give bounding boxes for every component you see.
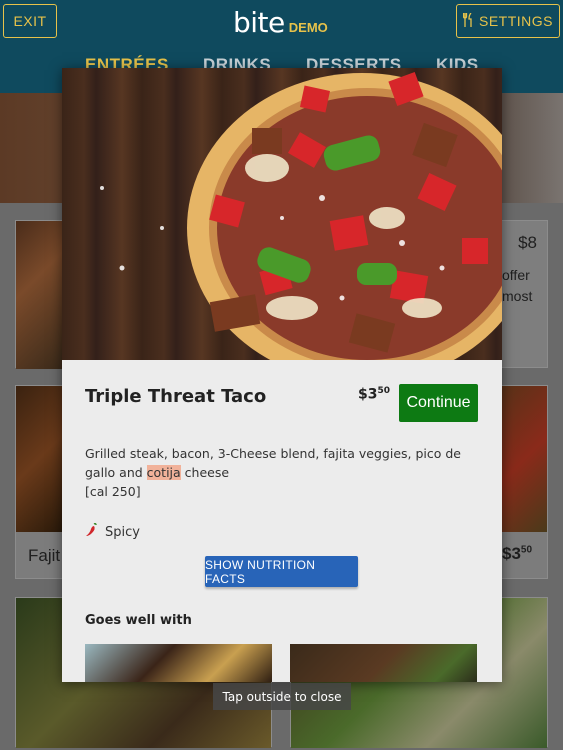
menu-card[interactable]: $8 offer most <box>501 220 548 368</box>
price-cents: 50 <box>377 386 391 396</box>
calories: [cal 250] <box>85 484 141 499</box>
menu-card[interactable] <box>15 220 63 369</box>
logo-badge: DEMO <box>288 20 328 35</box>
price-dollars: $3 <box>358 386 378 403</box>
menu-card-image <box>16 386 62 532</box>
app-logo: bite DEMO <box>233 6 328 39</box>
settings-button[interactable]: SETTINGS <box>456 4 560 38</box>
spicy-tag: Spicy <box>85 522 140 541</box>
item-title: Triple Threat Taco <box>85 386 267 407</box>
continue-button[interactable]: Continue <box>399 384 478 422</box>
goes-well-with-heading: Goes well with <box>85 613 192 628</box>
item-price: $350 <box>358 386 390 403</box>
description-text: cheese <box>180 465 230 480</box>
utensils-icon <box>462 12 473 30</box>
menu-card-image <box>502 386 547 532</box>
menu-card-price: $350 <box>502 544 533 563</box>
exit-button[interactable]: EXIT <box>3 4 57 38</box>
settings-label: SETTINGS <box>478 13 553 29</box>
description-text: Grilled steak, bacon, 3-Cheese blend, fa… <box>85 446 461 480</box>
highlighted-ingredient[interactable]: cotija <box>146 465 181 480</box>
chili-pepper-icon <box>85 522 97 541</box>
menu-card-image <box>16 221 62 369</box>
item-photo <box>62 68 502 360</box>
exit-label: EXIT <box>13 13 47 29</box>
menu-card-price: $8 <box>518 233 537 252</box>
spicy-label: Spicy <box>105 524 140 540</box>
pairing-item-thumbnail[interactable] <box>85 644 272 682</box>
tap-outside-hint: Tap outside to close <box>213 683 351 710</box>
menu-card[interactable]: $350 <box>501 385 548 579</box>
item-detail-modal: Triple Threat Taco $350 Continue Grilled… <box>62 68 502 682</box>
menu-card-text: offer <box>502 267 530 283</box>
show-nutrition-facts-button[interactable]: SHOW NUTRITION FACTS <box>205 556 358 587</box>
menu-card-text: most <box>502 288 533 304</box>
pairing-item-thumbnail[interactable] <box>290 644 477 682</box>
menu-card[interactable]: Fajit <box>15 385 63 579</box>
logo-text: bite <box>233 6 285 39</box>
item-description: Grilled steak, bacon, 3-Cheese blend, fa… <box>85 444 475 501</box>
menu-card-name: Fajit <box>28 546 61 565</box>
